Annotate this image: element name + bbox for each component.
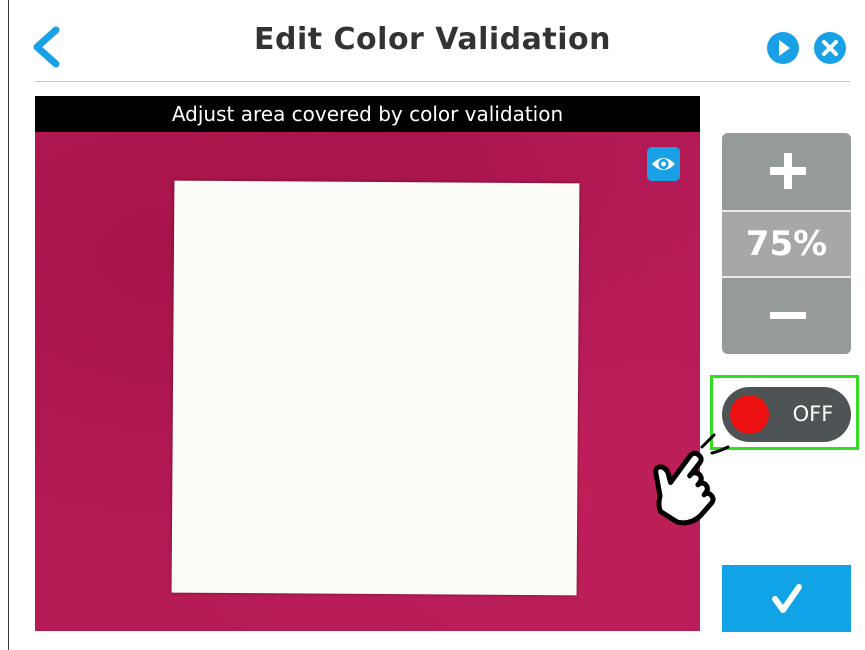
toggle-visibility-button[interactable] (647, 147, 680, 181)
close-icon (822, 40, 838, 56)
zoom-out-button[interactable] (722, 278, 851, 354)
hand-pointer-icon (653, 433, 730, 526)
eye-icon (652, 158, 675, 170)
checkmark-icon (772, 584, 802, 613)
header-divider (35, 81, 850, 82)
confirm-button[interactable] (722, 565, 851, 632)
instruction-banner: Adjust area covered by color validation (35, 96, 700, 132)
zoom-in-button[interactable] (722, 133, 851, 212)
zoom-control: 75% (722, 133, 851, 354)
close-button[interactable] (814, 32, 846, 64)
play-icon (779, 40, 790, 56)
header-bar: Edit Color Validation (0, 0, 865, 82)
chevron-left-icon (33, 26, 60, 68)
play-button[interactable] (767, 32, 799, 64)
zoom-level: 75% (722, 212, 851, 278)
toggle-state-label: OFF (792, 402, 834, 426)
validation-area[interactable] (171, 180, 580, 596)
camera-view[interactable]: Adjust area covered by color validation (35, 96, 700, 631)
page-title: Edit Color Validation (254, 22, 611, 57)
toggle-knob (730, 395, 769, 434)
validation-toggle[interactable]: OFF (722, 387, 851, 442)
back-button[interactable] (28, 26, 64, 68)
